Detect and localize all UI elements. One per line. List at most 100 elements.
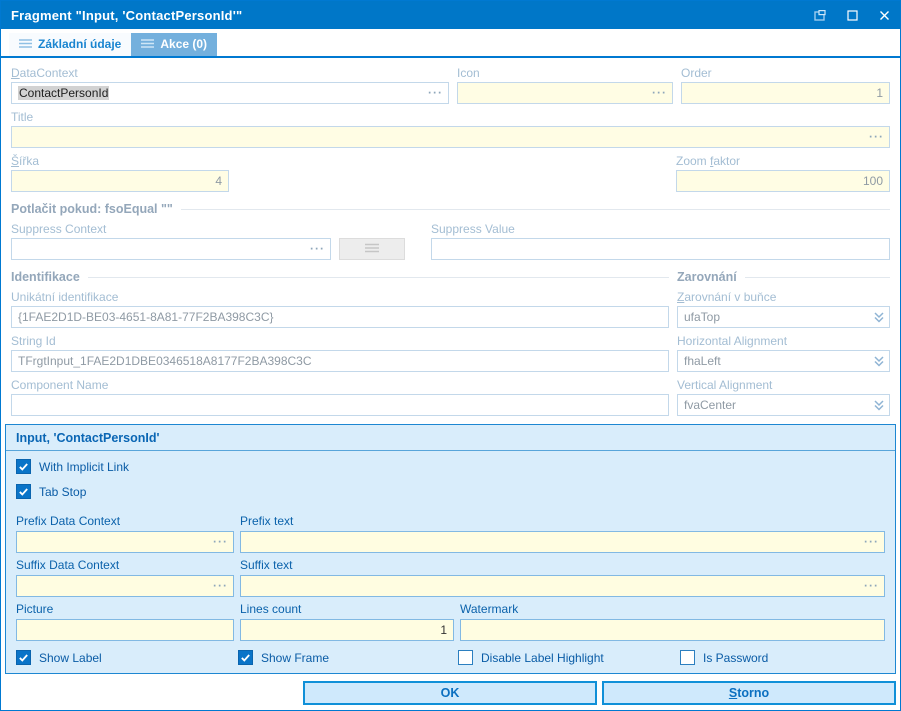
maximize-button[interactable]: [836, 1, 868, 29]
ellipsis-icon[interactable]: ···: [864, 535, 879, 549]
alignment-section-title: Zarovnání: [677, 270, 737, 284]
suffix-data-context-label: Suffix Data Context: [16, 558, 120, 572]
tab-akce-label: Akce (0): [160, 37, 208, 51]
section-divider: [87, 276, 669, 278]
input-group-body: With Implicit Link Tab Stop Prefix Data …: [6, 451, 895, 673]
tab-zakladni-udaje-label: Základní údaje: [38, 37, 122, 51]
dialog-buttons: OK Storno: [5, 681, 896, 705]
tab-stop-label: Tab Stop: [39, 484, 87, 499]
vertical-align-select[interactable]: fvaCenter: [677, 394, 890, 416]
identification-alignment-columns: Identifikace Unikátní identifikace {1FAE…: [11, 260, 890, 416]
zoom-factor-input[interactable]: 100: [676, 170, 890, 192]
picture-input[interactable]: [16, 619, 234, 641]
prefix-text-label: Prefix text: [240, 514, 294, 528]
identification-column: Identifikace Unikátní identifikace {1FAE…: [11, 260, 669, 416]
horizontal-align-label: Horizontal Alignment: [677, 334, 788, 348]
order-label: Order: [681, 66, 712, 80]
is-password-label: Is Password: [703, 650, 769, 665]
suffix-data-context-input[interactable]: [16, 575, 234, 597]
check-icon: [238, 650, 253, 665]
suppress-section-header: Potlačit pokud: fsoEqual "": [11, 202, 890, 216]
suffix-text-label: Suffix text: [240, 558, 293, 572]
ellipsis-icon[interactable]: ···: [869, 130, 884, 144]
chevron-down-icon[interactable]: [873, 354, 885, 368]
title-label: Title: [11, 110, 34, 124]
order-input[interactable]: 1: [681, 82, 890, 104]
title-input[interactable]: [11, 126, 890, 148]
checkbox-unchecked-icon: [458, 650, 473, 665]
with-implicit-link-row: With Implicit Link: [16, 459, 885, 475]
with-implicit-link-checkbox[interactable]: With Implicit Link: [16, 459, 129, 474]
suppress-menu-button[interactable]: [339, 238, 405, 260]
check-icon: [16, 459, 31, 474]
watermark-input[interactable]: [460, 619, 885, 641]
cell-align-select[interactable]: ufaTop: [677, 306, 890, 328]
check-icon: [16, 484, 31, 499]
horizontal-align-select[interactable]: fhaLeft: [677, 350, 890, 372]
alignment-column: Zarovnání Zarovnání v buňce ufaTop Horiz…: [677, 260, 890, 416]
show-label-checkbox[interactable]: Show Label: [16, 650, 238, 665]
cell-align-label: Zarovnání v buňce: [677, 290, 777, 304]
ellipsis-icon[interactable]: ···: [213, 579, 228, 593]
show-frame-label: Show Frame: [261, 650, 330, 665]
chevron-down-icon[interactable]: [873, 310, 885, 324]
unique-id-input[interactable]: {1FAE2D1D-BE03-4651-8A81-77F2BA398C3C}: [11, 306, 669, 328]
identification-section-title: Identifikace: [11, 270, 80, 284]
form-basic-data: DataContext ContactPersonId ··· Icon ···…: [1, 58, 900, 416]
chevron-down-icon[interactable]: [873, 398, 885, 412]
button-spacer: [5, 681, 303, 705]
show-label-label: Show Label: [39, 650, 102, 665]
picture-label: Picture: [16, 602, 54, 616]
suppress-context-label: Suppress Context: [11, 222, 107, 236]
storno-button[interactable]: Storno: [602, 681, 896, 705]
disable-label-highlight-checkbox[interactable]: Disable Label Highlight: [458, 650, 680, 665]
lines-count-input[interactable]: 1: [240, 619, 454, 641]
suffix-row: Suffix Data Context ··· Suffix text ···: [16, 553, 885, 597]
tab-akce[interactable]: Akce (0): [131, 33, 218, 56]
fragment-dialog: Fragment "Input, 'ContactPersonId'" Zákl…: [0, 0, 901, 711]
prefix-data-context-label: Prefix Data Context: [16, 514, 121, 528]
form-row-datacontext: DataContext ContactPersonId ··· Icon ···…: [11, 60, 890, 104]
icon-label: Icon: [457, 66, 480, 80]
datacontext-value: ContactPersonId: [18, 86, 110, 100]
is-password-checkbox[interactable]: Is Password: [680, 650, 885, 665]
unique-id-label: Unikátní identifikace: [11, 290, 119, 304]
string-id-input[interactable]: TFrgtInput_1FAE2D1DBE0346518A8177F2BA398…: [11, 350, 669, 372]
suffix-text-input[interactable]: [240, 575, 885, 597]
ellipsis-icon[interactable]: ···: [310, 242, 325, 256]
tab-stop-row: Tab Stop: [16, 484, 885, 500]
suppress-context-input[interactable]: [11, 238, 331, 260]
tab-zakladni-udaje[interactable]: Základní údaje: [9, 33, 132, 56]
close-button[interactable]: [868, 1, 900, 29]
ellipsis-icon[interactable]: ···: [652, 86, 667, 100]
prefix-text-input[interactable]: [240, 531, 885, 553]
prefix-data-context-input[interactable]: [16, 531, 234, 553]
suppress-value-input[interactable]: [431, 238, 890, 260]
show-frame-checkbox[interactable]: Show Frame: [238, 650, 458, 665]
watermark-label: Watermark: [460, 602, 519, 616]
titlebar: Fragment "Input, 'ContactPersonId'": [1, 1, 900, 29]
form-row-width-zoom: Šířka 4 Zoom faktor 100: [11, 148, 890, 192]
with-implicit-link-label: With Implicit Link: [39, 459, 130, 474]
input-group-header: Input, 'ContactPersonId': [6, 425, 895, 451]
ellipsis-icon[interactable]: ···: [864, 579, 879, 593]
component-name-input[interactable]: [11, 394, 669, 416]
tab-stop-checkbox[interactable]: Tab Stop: [16, 484, 86, 499]
datacontext-input[interactable]: ContactPersonId: [11, 82, 449, 104]
window-controls: [804, 1, 900, 29]
ellipsis-icon[interactable]: ···: [428, 86, 443, 100]
checkbox-unchecked-icon: [680, 650, 695, 665]
lines-count-label: Lines count: [240, 602, 302, 616]
suppress-section-title: Potlačit pokud: fsoEqual "": [11, 202, 173, 216]
hamburger-icon: [19, 37, 32, 51]
disable-label-highlight-label: Disable Label Highlight: [481, 650, 604, 665]
width-input[interactable]: 4: [11, 170, 229, 192]
identification-section-header: Identifikace: [11, 270, 669, 284]
icon-input[interactable]: [457, 82, 673, 104]
dock-icon[interactable]: [804, 1, 836, 29]
ellipsis-icon[interactable]: ···: [213, 535, 228, 549]
section-divider: [744, 276, 890, 278]
ok-button[interactable]: OK: [303, 681, 597, 705]
picture-lines-watermark-row: Picture Lines count 1 Watermark: [16, 597, 885, 641]
form-row-title: Title ···: [11, 104, 890, 148]
